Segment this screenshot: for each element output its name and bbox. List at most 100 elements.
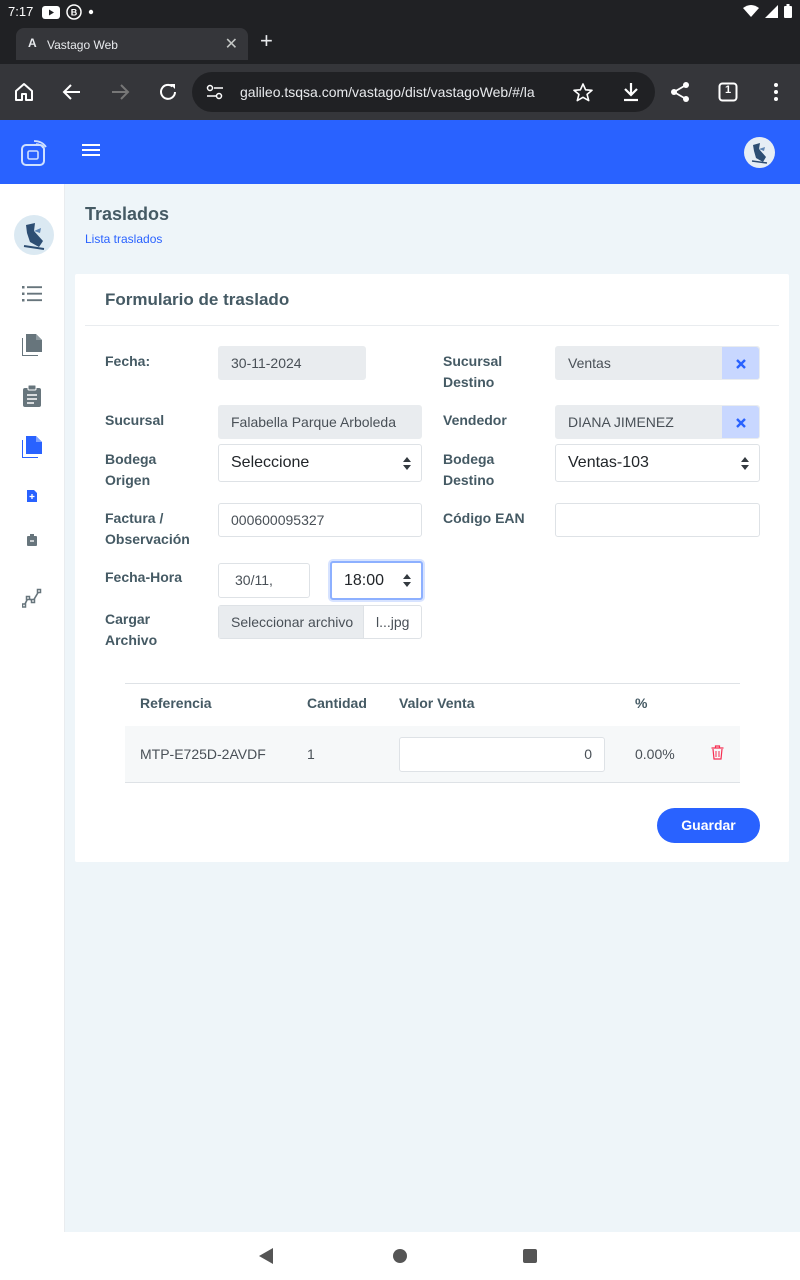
address-bar[interactable]: galileo.tsqsa.com/vastago/dist/vastagoWe… [192,72,655,112]
bodega-origen-label: Bodega Origen [105,451,157,488]
bodega-destino-select[interactable]: Ventas-103 [555,444,760,482]
select-caret-icon [403,574,411,588]
bodega-destino-label: Bodega Destino [443,451,495,488]
browser-tab-strip: A Vastago Web ✕ + [0,24,800,64]
fecha-label: Fecha: [105,353,151,369]
file-name: l...jpg [376,614,410,630]
angular-favicon-icon: A [28,36,37,50]
sidebar-avatar[interactable] [14,215,54,255]
url-text: galileo.tsqsa.com/vastago/dist/vastagoWe… [240,84,535,100]
select-caret-icon [741,457,749,471]
share-icon[interactable] [666,78,694,106]
dot-icon [88,9,94,15]
column-header-valor-venta: Valor Venta [399,695,475,711]
bodega-origen-value: Seleccione [231,454,310,471]
factura-input[interactable]: 000600095327 [218,503,422,537]
nav-recents-icon[interactable] [523,1249,537,1263]
wifi-icon [743,4,759,17]
factura-label: Factura / Observación [105,510,190,547]
bodega-origen-select[interactable]: Seleccione [218,444,422,482]
form-title: Formulario de traslado [105,290,290,309]
column-header-cantidad: Cantidad [307,695,367,711]
divider [85,325,779,326]
sucursal-destino-select[interactable]: Ventas [555,346,760,380]
small-clipboard-icon[interactable] [20,528,44,552]
ean-input[interactable] [555,503,760,537]
android-nav-bar [0,1232,800,1280]
battery-icon [784,4,792,18]
back-arrow-icon[interactable] [58,78,86,106]
vendedor-label: Vendedor [443,412,507,428]
breadcrumb-link[interactable]: Lista traslados [85,232,162,246]
chart-line-icon[interactable] [20,586,44,610]
bodega-destino-value: Ventas-103 [568,454,649,471]
ean-label: Código EAN [443,510,525,526]
system-icons [743,4,792,18]
b-badge-icon: B [66,4,82,20]
tab-count: 1 [724,84,732,96]
nav-back-icon[interactable] [259,1248,273,1264]
sucursal-destino-label: Sucursal Destino [443,353,503,390]
select-caret-icon [403,457,411,471]
user-avatar[interactable] [744,137,775,168]
fecha-hora-date-input[interactable]: 30/11, [218,563,310,598]
app-header [0,120,800,184]
new-file-icon[interactable] [20,484,44,508]
tab-switcher-icon[interactable]: 1 [714,78,742,106]
active-documents-icon[interactable] [20,435,44,459]
vendedor-value: DIANA JIMENEZ [568,414,674,430]
site-settings-icon [206,84,223,100]
more-menu-icon[interactable] [762,78,790,106]
trash-icon[interactable] [711,745,724,765]
signal-icon [765,4,778,18]
status-time: 7:17 [8,4,34,19]
clear-sucursal-destino-button[interactable] [722,347,759,379]
close-icon [735,418,746,428]
new-tab-icon[interactable]: + [260,30,273,52]
table-row: MTP-E725D-2AVDF 1 0 0.00% [125,726,740,783]
notification-icons: B [42,4,94,20]
cell-cantidad: 1 [307,746,315,762]
sidebar [0,184,65,1232]
cell-porcentaje: 0.00% [635,746,675,762]
column-header-referencia: Referencia [140,695,212,711]
clear-vendedor-button[interactable] [722,406,759,438]
clipboard-icon[interactable] [20,384,44,408]
vendedor-select[interactable]: DIANA JIMENEZ [555,405,760,439]
list-icon[interactable] [20,282,44,306]
fecha-hora-time-select[interactable]: 18:00 [330,561,423,600]
tab-title: Vastago Web [47,38,118,52]
download-icon [624,83,638,102]
cargar-archivo-label: Cargar Archivo [105,611,158,648]
sucursal-field: Falabella Parque Arboleda [218,405,422,439]
forward-arrow-icon[interactable] [106,78,134,106]
page-title: Traslados [85,204,170,224]
home-icon[interactable] [10,78,38,106]
nav-home-icon[interactable] [393,1249,407,1263]
sucursal-label: Sucursal [105,412,165,428]
column-header-porcentaje: % [635,695,648,711]
android-status-bar: 7:17 B [0,0,800,24]
hamburger-menu-icon[interactable] [82,142,100,163]
fecha-field: 30-11-2024 [218,346,366,380]
bookmark-star-icon [573,83,593,102]
reload-icon[interactable] [154,78,182,106]
table-border [125,683,740,684]
fecha-hora-time-value: 18:00 [344,572,385,589]
documents-icon[interactable] [20,333,44,357]
browser-tab[interactable]: A Vastago Web ✕ [16,28,248,60]
valor-venta-input[interactable]: 0 [399,737,605,772]
fecha-hora-label: Fecha-Hora [105,569,183,585]
svg-text:B: B [71,8,78,18]
youtube-icon [42,5,60,19]
save-button[interactable]: Guardar [657,808,760,843]
close-tab-icon[interactable]: ✕ [225,34,238,54]
browser-toolbar: galileo.tsqsa.com/vastago/dist/vastagoWe… [0,64,800,120]
file-upload[interactable]: Seleccionar archivo l...jpg [218,605,422,639]
main-content: Traslados Lista traslados Formulario de … [65,184,800,1232]
cell-referencia: MTP-E725D-2AVDF [140,746,266,762]
close-icon [735,359,746,369]
app-logo-icon[interactable] [20,139,48,172]
select-file-button[interactable]: Seleccionar archivo [219,606,364,638]
transfer-form-card: Formulario de traslado Fecha: 30-11-2024… [75,274,789,862]
